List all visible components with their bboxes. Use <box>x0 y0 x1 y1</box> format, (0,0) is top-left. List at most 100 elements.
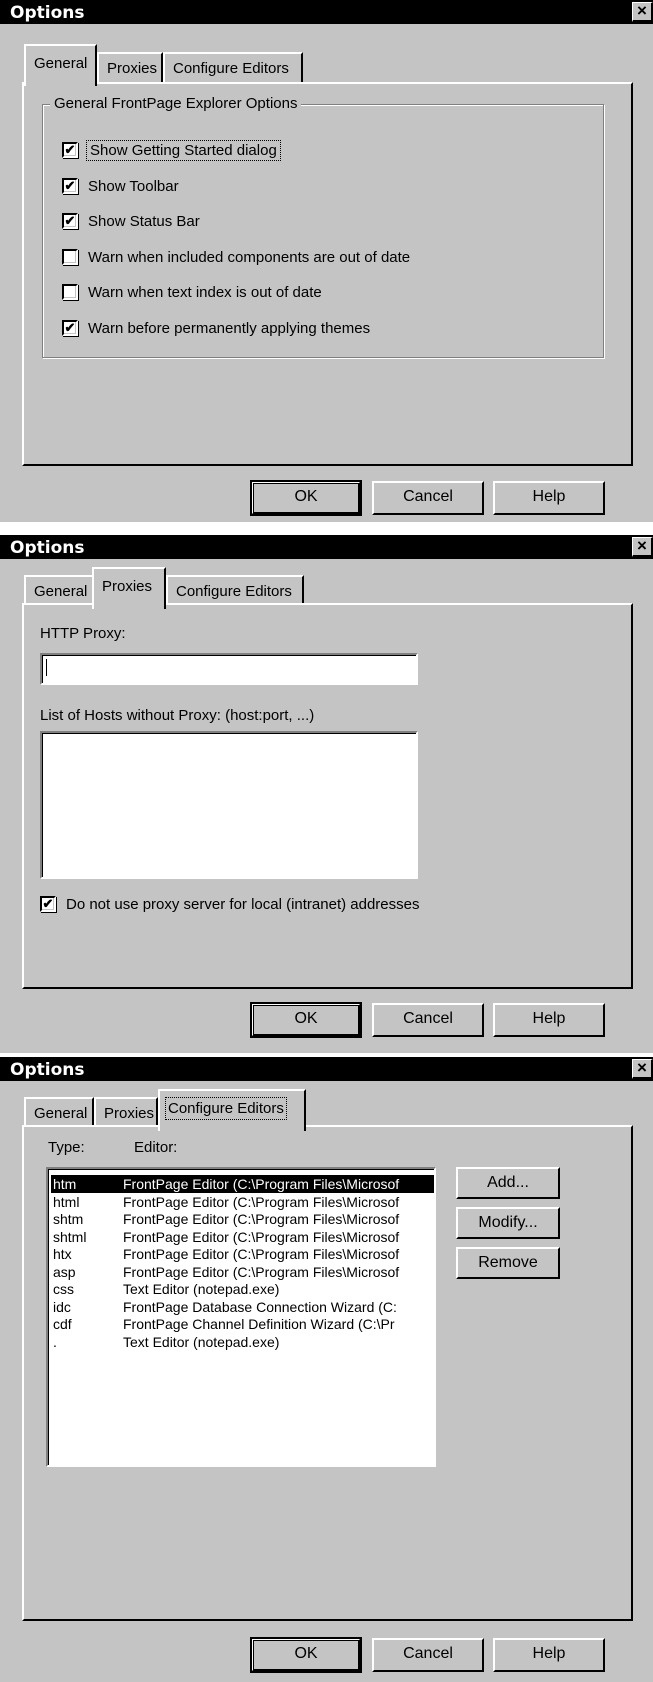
button-label: OK <box>253 483 359 513</box>
help-button[interactable]: Help <box>493 1638 605 1672</box>
button-label: Modify... <box>478 1214 538 1231</box>
editor-type: shtm <box>53 1211 84 1227</box>
checkbox-label: Warn when text index is out of date <box>88 283 322 301</box>
modify-button[interactable]: Modify... <box>456 1207 560 1239</box>
checkbox-label: Do not use proxy server for local (intra… <box>66 895 420 913</box>
list-item[interactable]: asp FrontPage Editor (C:\Program Files\Mi… <box>51 1263 434 1281</box>
checkbox-show-getting-started[interactable]: Show Getting Started dialog <box>62 139 281 161</box>
tab-label: General <box>34 55 88 72</box>
cancel-button[interactable]: Cancel <box>372 1003 484 1037</box>
editor-type: idc <box>53 1298 71 1315</box>
editor-type: . <box>53 1333 57 1350</box>
checkbox-warn-components[interactable]: Warn when included components are out of… <box>62 246 410 268</box>
checkbox-local-bypass[interactable]: Do not use proxy server for local (intra… <box>40 893 420 915</box>
col-editor-header: Editor: <box>134 1139 178 1156</box>
button-label: Help <box>532 1010 566 1027</box>
group-title: General FrontPage Explorer Options <box>50 95 302 112</box>
cancel-button[interactable]: Cancel <box>372 1638 484 1672</box>
editor-path: FrontPage Editor (C:\Program Files\Micro… <box>123 1228 400 1245</box>
button-label: OK <box>253 1005 359 1035</box>
editor-path: FrontPage Channel Definition Wizard (C:\… <box>123 1316 395 1332</box>
button-label: OK <box>253 1640 359 1670</box>
list-item[interactable]: htx FrontPage Editor (C:\Program Files\Mi… <box>51 1245 434 1263</box>
editor-path: FrontPage Editor (C:\Program Files\Micro… <box>123 1263 400 1280</box>
checkbox-box[interactable] <box>62 178 78 194</box>
editor-type: html <box>53 1193 80 1210</box>
editor-path: FrontPage Editor (C:\Program Files\Micro… <box>123 1193 400 1210</box>
checkbox-show-toolbar[interactable]: Show Toolbar <box>62 175 179 197</box>
checkbox-label: Warn when included components are out of… <box>88 248 411 266</box>
button-label: Cancel <box>403 1645 453 1662</box>
editor-path: FrontPage Editor (C:\Program Files\Micro… <box>123 1246 400 1262</box>
editor-type: htm <box>53 1176 77 1192</box>
checkbox-box[interactable] <box>40 896 56 912</box>
editor-type: cdf <box>53 1316 72 1332</box>
list-item[interactable]: css Text Editor (notepad.exe) <box>51 1280 434 1298</box>
ok-button[interactable]: OK <box>250 1637 362 1673</box>
dialog-title: Options <box>10 1060 85 1080</box>
options-dialog-configure-editors: Options × General Proxies Configure Edit… <box>0 1057 653 1682</box>
checkbox-label: Show Toolbar <box>88 177 179 195</box>
tab-label: Configure Editors <box>173 60 289 77</box>
close-icon[interactable]: × <box>632 2 653 22</box>
text-caret <box>46 658 47 676</box>
list-item[interactable]: shtml FrontPage Editor (C:\Program Files\… <box>51 1228 434 1246</box>
editor-path: Text Editor (notepad.exe) <box>123 1281 280 1297</box>
http-proxy-input[interactable] <box>40 653 418 685</box>
checkbox-label: Warn before permanently applying themes <box>88 319 371 337</box>
help-button[interactable]: Help <box>493 1003 605 1037</box>
cancel-button[interactable]: Cancel <box>372 481 484 515</box>
checkbox-box[interactable] <box>62 142 78 158</box>
checkbox-label: Show Status Bar <box>88 212 200 230</box>
list-item[interactable]: htm FrontPage Editor (C:\Program Files\Mi… <box>51 1175 434 1193</box>
hosts-textarea[interactable] <box>40 731 418 879</box>
editors-list[interactable]: htm FrontPage Editor (C:\Program Files\Mi… <box>46 1167 436 1467</box>
tab-proxies[interactable]: Proxies <box>97 52 163 84</box>
ok-button[interactable]: OK <box>250 480 362 516</box>
tab-general[interactable]: General <box>24 44 97 86</box>
editors-panel: Type: Editor: htm FrontPage Editor (C:\Pr… <box>22 1125 633 1621</box>
button-label: Help <box>532 1645 566 1662</box>
checkbox-box[interactable] <box>62 249 78 265</box>
checkbox-box[interactable] <box>62 213 78 229</box>
list-item[interactable]: html FrontPage Editor (C:\Program Files\M… <box>51 1193 434 1211</box>
list-item[interactable]: idc FrontPage Database Connection Wizard … <box>51 1298 434 1316</box>
title-bar: Options × <box>0 0 653 24</box>
list-item[interactable]: shtm FrontPage Editor (C:\Program Files\M… <box>51 1210 434 1228</box>
options-dialog-proxies: Options × General Proxies Configure Edit… <box>0 535 653 1053</box>
checkbox-warn-text-index[interactable]: Warn when text index is out of date <box>62 281 322 303</box>
tab-proxies[interactable]: Proxies <box>92 567 166 609</box>
tab-label: Configure Editors <box>176 583 292 600</box>
dialog-title: Options <box>10 538 85 558</box>
http-proxy-label: HTTP Proxy: <box>40 625 126 642</box>
tab-label: General <box>34 583 88 600</box>
editor-type: htx <box>53 1246 72 1262</box>
button-label: Cancel <box>403 488 453 505</box>
editor-type: asp <box>53 1263 76 1280</box>
options-dialog-general: Options × General Proxies Configure Edit… <box>0 0 653 522</box>
checkbox-show-status-bar[interactable]: Show Status Bar <box>62 210 200 232</box>
label-text: Show Getting Started dialog <box>90 141 277 159</box>
editor-path: FrontPage Editor (C:\Program Files\Micro… <box>123 1211 400 1227</box>
checkbox-box[interactable] <box>62 320 78 336</box>
editor-path: FrontPage Database Connection Wizard (C: <box>123 1298 397 1315</box>
close-icon[interactable]: × <box>632 1059 653 1079</box>
general-panel: General FrontPage Explorer Options Show … <box>22 82 633 466</box>
checkbox-warn-themes[interactable]: Warn before permanently applying themes <box>62 317 370 339</box>
title-bar: Options × <box>0 535 653 559</box>
list-item[interactable]: . Text Editor (notepad.exe) <box>51 1333 434 1351</box>
tab-label: Proxies <box>102 578 153 595</box>
list-item[interactable]: cdf FrontPage Channel Definition Wizard (… <box>51 1315 434 1333</box>
ok-button[interactable]: OK <box>250 1002 362 1038</box>
editor-type: css <box>53 1281 74 1297</box>
checkbox-box[interactable] <box>62 284 78 300</box>
add-button[interactable]: Add... <box>456 1167 560 1199</box>
button-label: Remove <box>478 1254 538 1271</box>
tab-configure-editors[interactable]: Configure Editors <box>158 1089 306 1131</box>
tab-label: Configure Editors <box>165 1097 287 1120</box>
proxies-panel: HTTP Proxy: List of Hosts without Proxy:… <box>22 603 633 989</box>
close-icon[interactable]: × <box>632 537 653 557</box>
remove-button[interactable]: Remove <box>456 1247 560 1279</box>
tab-configure-editors[interactable]: Configure Editors <box>163 52 303 84</box>
help-button[interactable]: Help <box>493 481 605 515</box>
